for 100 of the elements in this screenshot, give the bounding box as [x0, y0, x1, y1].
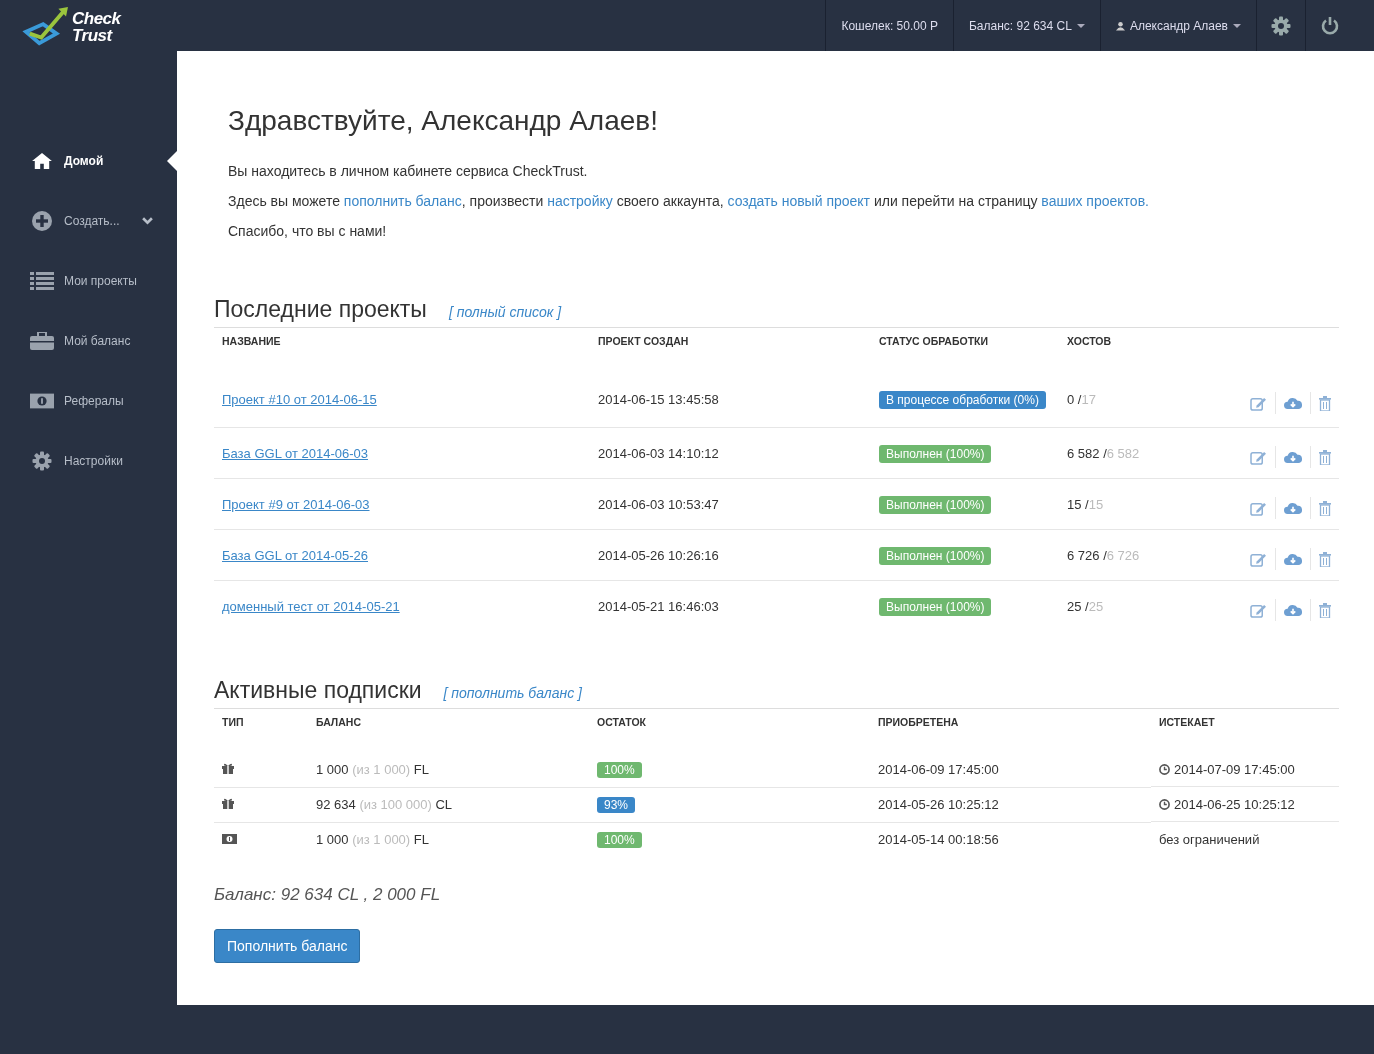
column-header: ХОСТОВ [1066, 334, 1113, 349]
section-title: Последние проекты [214, 296, 427, 323]
download-cloud-icon[interactable] [1284, 396, 1302, 410]
column-header: ТИП [221, 715, 245, 730]
hosts-done: 6 582 / [1067, 445, 1107, 461]
edit-icon[interactable] [1250, 449, 1267, 465]
trash-icon[interactable] [1319, 551, 1331, 567]
intro-link[interactable]: ваших проектов. [1041, 193, 1149, 209]
chevron-down-icon [141, 217, 153, 225]
hosts-done: 25 / [1067, 598, 1089, 614]
table-cell: 2014-05-26 10:25:12 [878, 797, 999, 812]
gift-icon [222, 762, 234, 774]
hosts-done: 6 726 / [1067, 547, 1107, 563]
status-label: Выполнен (100%) [879, 546, 992, 565]
sidebar-item[interactable]: Создать... [0, 191, 177, 251]
edit-icon[interactable] [1250, 395, 1267, 411]
table-cell: без ограничений [1159, 831, 1260, 847]
plus-circle-icon [30, 211, 54, 231]
user-icon [1115, 20, 1125, 31]
status-label: Выполнен (100%) [879, 444, 992, 463]
intro-link[interactable]: пополнить баланс [343, 193, 462, 209]
trash-icon[interactable] [1319, 602, 1331, 618]
status-label: Выполнен (100%) [879, 495, 992, 514]
table-cell: 2014-06-09 17:45:00 [878, 761, 999, 777]
status-label: Выполнен (100%) [879, 597, 992, 616]
project-link[interactable]: доменный тест от 2014-05-21 [222, 598, 400, 614]
column-header: ИСТЕКАЕТ [1158, 715, 1216, 730]
top-up-button[interactable]: Пополнить баланс [214, 928, 361, 963]
balance-total: Баланс: 92 634 CL , 2 000 FL [214, 884, 442, 905]
hosts-done: 0 / [1067, 391, 1082, 407]
edit-icon[interactable] [1250, 602, 1267, 618]
table-cell: 2014-07-09 17:45:00 [1174, 761, 1295, 777]
table-cell: 2014-06-03 14:10:12 [598, 445, 719, 461]
home-icon [30, 152, 54, 170]
power-icon [1320, 15, 1340, 36]
trash-icon[interactable] [1319, 500, 1331, 516]
list-icon [30, 272, 54, 290]
table-cell: 2014-05-14 00:18:56 [878, 832, 999, 847]
balance-amount: 92 634 (из 100 000) CL [316, 797, 453, 812]
table-cell: 2014-05-26 10:26:16 [598, 547, 719, 563]
column-header: НАЗВАНИЕ [221, 334, 282, 349]
project-link[interactable]: Проект #9 от 2014-06-03 [222, 496, 370, 512]
hosts-total: 15 [1088, 496, 1104, 512]
download-cloud-icon[interactable] [1284, 603, 1302, 617]
intro-text: , произвести [461, 193, 545, 209]
hosts-total: 6 582 [1106, 445, 1140, 461]
column-header: ПРИОБРЕТЕНА [877, 715, 960, 730]
sidebar-item[interactable]: Настройки [0, 431, 177, 491]
settings-icon [30, 451, 54, 471]
column-header: ПРОЕКТ СОЗДАН [597, 334, 690, 349]
logo-text: Trust [72, 26, 114, 44]
balance-amount: 1 000 (из 1 000) FL [316, 761, 429, 777]
trash-icon[interactable] [1319, 395, 1331, 411]
intro-link[interactable]: настройку [547, 193, 613, 209]
sidebar-item[interactable]: Мой баланс [0, 311, 177, 371]
project-link[interactable]: Проект #10 от 2014-06-15 [222, 391, 377, 407]
logo-icon [22, 4, 70, 47]
hosts-total: 17 [1081, 391, 1096, 407]
table-cell: 2014-05-21 16:46:03 [598, 598, 719, 614]
download-cloud-icon[interactable] [1284, 552, 1302, 566]
balance-amount: 1 000 (из 1 000) FL [316, 832, 429, 847]
column-header: БАЛАНС [315, 715, 362, 730]
greeting-title: Здравствуйте, Александр Алаев! [228, 105, 659, 137]
full-list-link[interactable]: [ полный список ] [448, 304, 562, 320]
clock-icon [1159, 798, 1170, 810]
intro-text: Вы находитесь в личном кабинете сервиса CheckTrust. [228, 163, 589, 180]
banknote-icon [30, 393, 54, 409]
intro-text: Здесь вы можете [228, 193, 341, 209]
column-header: ОСТАТОК [596, 715, 648, 730]
intro-link[interactable]: создать новый проект [727, 193, 871, 209]
section-title: Активные подписки [214, 677, 422, 704]
hosts-done: 15 / [1067, 496, 1089, 512]
download-cloud-icon[interactable] [1284, 450, 1302, 464]
remaining-label: 93% [597, 797, 636, 813]
edit-icon[interactable] [1250, 551, 1267, 567]
trash-icon[interactable] [1319, 449, 1331, 465]
intro-text: своего аккаунта, [615, 193, 725, 209]
table-cell: 2014-06-03 10:53:47 [598, 496, 719, 512]
intro-text: или перейти на страницу [872, 193, 1039, 209]
remaining-label: 100% [597, 761, 642, 778]
table-cell: 2014-06-25 10:25:12 [1174, 796, 1295, 812]
gift-icon [222, 798, 234, 809]
hosts-total: 25 [1088, 598, 1104, 614]
top-up-link[interactable]: [ пополнить баланс ] [443, 685, 582, 701]
status-label: В процессе обработки (0%) [879, 390, 1046, 409]
project-link[interactable]: База GGL от 2014-06-03 [222, 445, 368, 461]
logo-text: Check [72, 9, 121, 27]
sidebar-item[interactable]: Рефералы [0, 371, 177, 431]
table-cell: 2014-06-15 13:45:58 [598, 391, 719, 407]
remaining-label: 100% [597, 832, 642, 848]
download-cloud-icon[interactable] [1284, 501, 1302, 515]
edit-icon[interactable] [1250, 500, 1267, 516]
intro-text: Спасибо, что вы с нами! [228, 223, 388, 240]
settings-icon [1271, 15, 1291, 36]
hosts-total: 6 726 [1106, 547, 1140, 563]
sidebar-item[interactable]: Мои проекты [0, 251, 177, 311]
project-link[interactable]: База GGL от 2014-05-26 [222, 547, 368, 563]
briefcase-icon [30, 332, 54, 350]
clock-icon [1159, 763, 1170, 775]
banknote-icon [222, 834, 237, 844]
